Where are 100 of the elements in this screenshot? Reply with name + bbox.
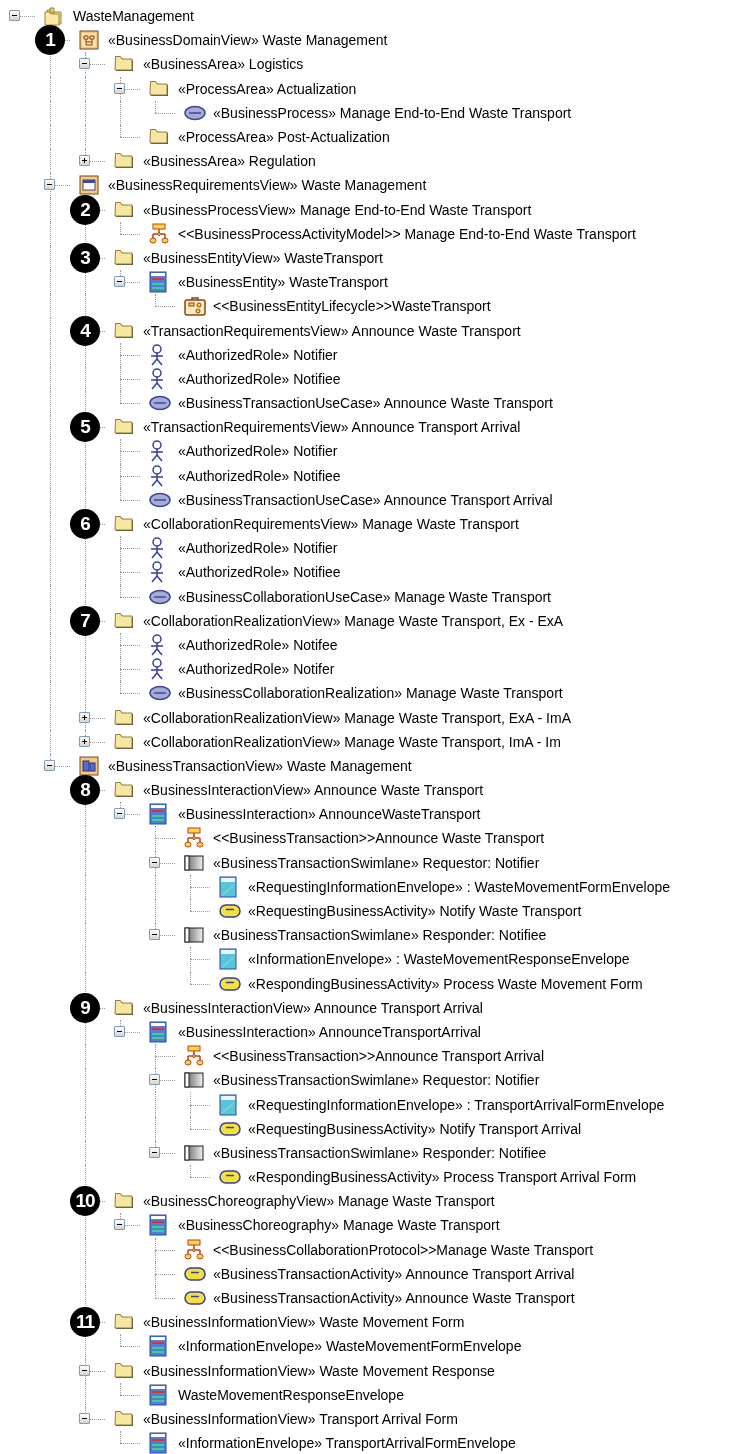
callout-badge: 3 [70, 242, 100, 273]
tree-item[interactable]: «TransactionRequirementsView» Announce Transport Arrival [142, 419, 522, 436]
tree-item[interactable]: «BusinessInteractionView» Announce Transport Arrival [142, 999, 484, 1016]
tree-item[interactable]: «BusinessTransactionView» Waste Management [107, 757, 413, 774]
tree-item[interactable]: «CollaborationRealizationView» Manage Waste Transport, ExA - ImA [142, 709, 572, 726]
tree-item[interactable]: «InformationEnvelope» TransportArrivalFormEnvelope [177, 1435, 517, 1452]
tree-item[interactable]: «BusinessTransactionSwimlane» Responder: Notifiee [212, 1144, 548, 1161]
collapse-toggle[interactable] [114, 1219, 125, 1231]
tree-item[interactable]: «CollaborationRealizationView» Manage Waste Transport, ImA - Im [142, 733, 562, 750]
tree-item[interactable]: «RequestingBusinessActivity» Notify Waste Transport [247, 903, 583, 920]
tree-item[interactable]: «BusinessInteraction» AnnounceTransportArrival [177, 1023, 482, 1040]
collapse-toggle[interactable] [149, 856, 160, 868]
tree-item[interactable]: WasteMovementResponseEnvelope [177, 1386, 405, 1403]
folder-icon [114, 200, 134, 219]
activity-icon [219, 976, 241, 991]
tree-item[interactable]: «BusinessTransactionSwimlane» Requestor: Notifier [212, 1072, 541, 1089]
tree-item[interactable]: «BusinessArea» Regulation [142, 153, 317, 170]
class-icon [149, 1335, 167, 1358]
tree-item[interactable]: «RequestingInformationEnvelope» : TransportArrivalFormEnvelope [247, 1096, 666, 1113]
tree-item[interactable]: <<BusinessEntityLifecycle>>WasteTransport [212, 298, 492, 315]
use-case-icon [184, 104, 206, 121]
tree-item[interactable]: «BusinessCollaborationUseCase» Manage Waste Transport [177, 588, 552, 605]
activity-icon [219, 1121, 241, 1136]
tree-item[interactable]: «CollaborationRequirementsView» Manage Waste Transport [142, 516, 520, 533]
tree-item[interactable]: «BusinessProcessView» Manage End-to-End Waste Transport [142, 201, 533, 218]
tree-item[interactable]: «BusinessRequirementsView» Waste Management [107, 177, 428, 194]
tree-item[interactable]: «BusinessArea» Logistics [142, 56, 305, 73]
folder-icon [114, 248, 134, 267]
tree-item[interactable]: «BusinessTransactionUseCase» Announce Transport Arrival [177, 491, 554, 508]
tree-item[interactable]: <<BusinessTransaction>>Announce Transport Arrival [212, 1048, 545, 1065]
window-view-icon [79, 175, 99, 196]
collapse-toggle[interactable] [44, 179, 55, 191]
collapse-toggle[interactable] [149, 1146, 160, 1158]
tree-item[interactable]: «AuthorizedRole» Notifiee [177, 370, 342, 387]
document-icon [219, 875, 237, 898]
tree-item[interactable]: «BusinessTransactionSwimlane» Responder: Notifiee [212, 927, 548, 944]
tree-item[interactable]: «BusinessInformationView» Waste Movement Response [142, 1362, 496, 1379]
tree-item[interactable]: «ProcessArea» Actualization [177, 80, 358, 97]
tree-item[interactable]: «RespondingBusinessActivity» Process Waste Movement Form [247, 975, 644, 992]
tree-item[interactable]: «BusinessInteractionView» Announce Waste Transport [142, 782, 485, 799]
tree-item[interactable]: «BusinessCollaborationRealization» Manage Waste Transport [177, 685, 564, 702]
folder-icon [114, 1192, 134, 1211]
tree-item[interactable]: <<BusinessCollaborationProtocol>>Manage Waste Transport [212, 1241, 595, 1258]
collapse-toggle[interactable] [44, 759, 55, 771]
hierarchy-icon [149, 222, 169, 245]
collapse-toggle[interactable] [114, 1025, 125, 1037]
use-case-icon [149, 685, 171, 702]
tree-item[interactable]: «AuthorizedRole» Notifier [177, 443, 339, 460]
tree-item[interactable]: «AuthorizedRole» Notifee [177, 636, 339, 653]
callout-badge: 4 [70, 315, 100, 346]
tree-item[interactable]: «BusinessChoreographyView» Manage Waste Transport [142, 1193, 496, 1210]
tree-item[interactable]: «RespondingBusinessActivity» Process Transport Arrival Form [247, 1169, 638, 1186]
tree-item[interactable]: <<BusinessProcessActivityModel>> Manage End-to-End Waste Transport [177, 225, 637, 242]
tree-item[interactable]: «TransactionRequirementsView» Announce Waste Transport [142, 322, 522, 339]
tree-item[interactable]: <<BusinessTransaction>>Announce Waste Transport [212, 830, 546, 847]
folder-icon [114, 708, 134, 727]
tree-item[interactable]: «BusinessEntityView» WasteTransport [142, 249, 384, 266]
collapse-toggle[interactable] [149, 1074, 160, 1086]
collapse-toggle[interactable] [114, 808, 125, 820]
tree-item[interactable]: «BusinessDomainView» Waste Management [107, 32, 389, 49]
folder-icon [149, 79, 169, 98]
tree-item[interactable]: «BusinessTransactionActivity» Announce Waste Transport [212, 1290, 576, 1307]
expand-toggle[interactable] [79, 735, 90, 747]
tree-item[interactable]: «BusinessInformationView» Transport Arrival Form [142, 1410, 459, 1427]
tree-item[interactable]: «BusinessTransactionUseCase» Announce Waste Transport [177, 395, 554, 412]
tree-item[interactable]: «BusinessProcess» Manage End-to-End Waste Transport [212, 104, 573, 121]
tree-item[interactable]: «BusinessInformationView» Waste Movement Form [142, 1314, 466, 1331]
folder-icon [114, 1409, 134, 1428]
use-case-icon [149, 395, 171, 412]
tree-item[interactable]: «AuthorizedRole» Notifier [177, 540, 339, 557]
collapse-toggle[interactable] [114, 82, 125, 94]
tree-item[interactable]: «BusinessEntity» WasteTransport [177, 274, 389, 291]
tree-item[interactable]: «InformationEnvelope» : WasteMovementResponseEnvelope [247, 951, 631, 968]
tree-item[interactable]: «AuthorizedRole» Notifier [177, 346, 339, 363]
collapse-toggle[interactable] [149, 929, 160, 941]
tree-item[interactable]: «ProcessArea» Post-Actualization [177, 129, 391, 146]
tree-item[interactable]: WasteManagement [72, 8, 195, 25]
tree-item[interactable]: «AuthorizedRole» Notifiee [177, 564, 342, 581]
tree-item[interactable]: «BusinessTransactionActivity» Announce Transport Arrival [212, 1265, 576, 1282]
collapse-toggle[interactable] [79, 58, 90, 70]
tree-item[interactable]: «RequestingInformationEnvelope» : WasteMovementFormEnvelope [247, 878, 672, 895]
collapse-toggle[interactable] [79, 1364, 90, 1376]
callout-badge: 10 [70, 1186, 100, 1217]
tree-item[interactable]: «BusinessTransactionSwimlane» Requestor: Notifier [212, 854, 541, 871]
tree-item[interactable]: «RequestingBusinessActivity» Notify Transport Arrival [247, 1120, 583, 1137]
tree-item[interactable]: «CollaborationRealizationView» Manage Waste Transport, Ex - ExA [142, 612, 565, 629]
actor-icon [149, 633, 165, 656]
collapse-toggle[interactable] [79, 1412, 90, 1424]
tree-item[interactable]: «InformationEnvelope» WasteMovementFormEnvelope [177, 1338, 523, 1355]
tree-item[interactable]: «BusinessChoreography» Manage Waste Transport [177, 1217, 501, 1234]
tree-item[interactable]: «AuthorizedRole» Notifer [177, 661, 336, 678]
collapse-toggle[interactable] [114, 276, 125, 288]
expand-toggle[interactable] [79, 711, 90, 723]
collapse-toggle[interactable] [9, 10, 20, 22]
folder-icon [114, 998, 134, 1017]
tree-item[interactable]: «AuthorizedRole» Notifiee [177, 467, 342, 484]
actor-icon [149, 658, 165, 681]
tree-item[interactable]: «BusinessInteraction» AnnounceWasteTransport [177, 806, 482, 823]
expand-toggle[interactable] [79, 155, 90, 167]
folder-icon [114, 732, 134, 751]
